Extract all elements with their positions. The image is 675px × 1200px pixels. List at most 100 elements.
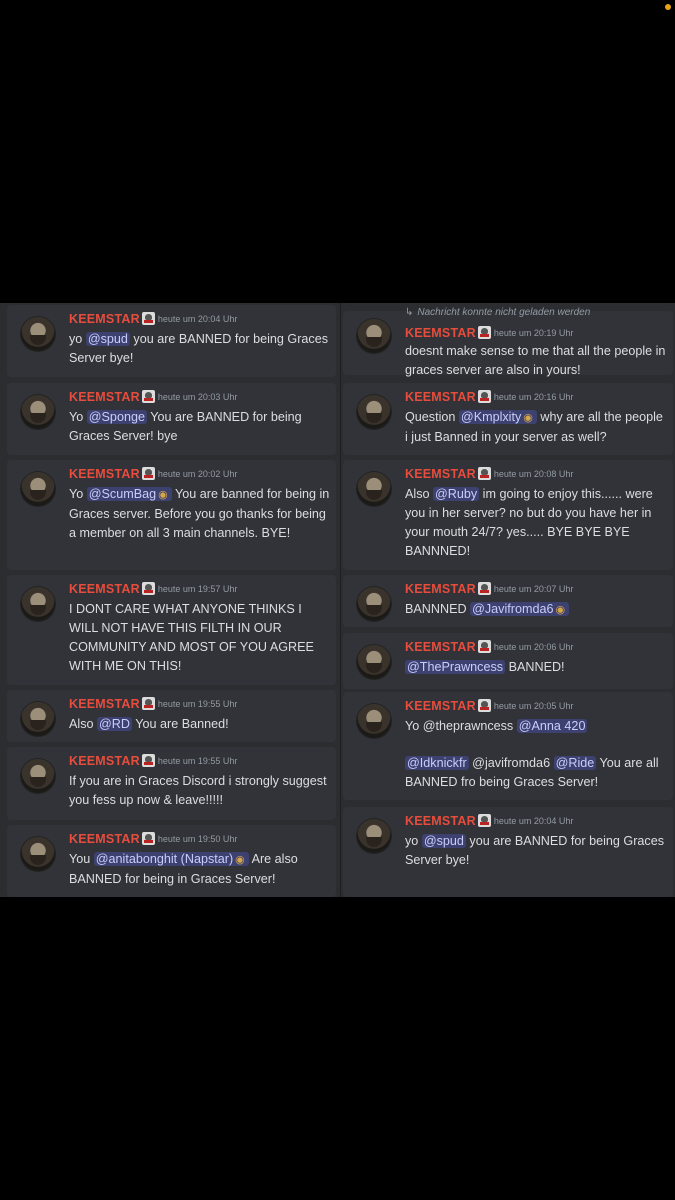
role-badge-icon <box>477 582 491 596</box>
message-header: KEEMSTAR heute um 20:06 Uhr <box>405 638 573 654</box>
avatar[interactable] <box>21 702 55 736</box>
author-name[interactable]: KEEMSTAR <box>69 390 140 404</box>
message-text: BANNED! <box>505 660 565 674</box>
avatar[interactable] <box>357 319 391 353</box>
status-indicator <box>665 4 671 10</box>
avatar[interactable] <box>21 759 55 793</box>
avatar[interactable] <box>357 587 391 621</box>
author-name[interactable]: KEEMSTAR <box>405 582 476 596</box>
message-text: Also <box>69 717 97 731</box>
message-text: Also <box>405 487 433 501</box>
chat-message[interactable]: ↳ Nachricht konnte nicht geladen werden KE… <box>343 307 673 377</box>
avatar[interactable] <box>357 704 391 738</box>
author-name[interactable]: KEEMSTAR <box>405 814 476 828</box>
role-badge-icon <box>477 467 491 481</box>
avatar[interactable] <box>21 837 55 871</box>
chat-message[interactable]: KEEMSTAR heute um 19:55 Uhr Also @RD You a… <box>7 690 336 742</box>
user-mention[interactable]: @RD <box>97 717 132 731</box>
chat-message[interactable]: KEEMSTAR heute um 20:16 Uhr Question @Kmpl… <box>343 383 673 455</box>
role-badge-icon <box>141 832 155 846</box>
avatar[interactable] <box>21 395 55 429</box>
avatar[interactable] <box>21 317 55 351</box>
avatar[interactable] <box>357 472 391 506</box>
timestamp: heute um 20:03 Uhr <box>157 391 238 402</box>
user-mention[interactable]: @spud <box>85 332 130 346</box>
user-mention[interactable]: @Idknickfr <box>405 756 469 770</box>
message-header: KEEMSTAR heute um 19:55 Uhr <box>69 752 237 768</box>
chat-message[interactable]: KEEMSTAR heute um 19:57 Uhr I DONT CARE WH… <box>7 575 336 685</box>
author-name[interactable]: KEEMSTAR <box>405 699 476 713</box>
avatar[interactable] <box>357 645 391 679</box>
message-header: KEEMSTAR heute um 20:04 Uhr <box>405 812 573 828</box>
reply-reference: ↳ Nachricht konnte nicht geladen werden <box>405 307 590 318</box>
user-mention[interactable]: @Anna 420 <box>516 719 588 733</box>
message-text: If you are in Graces Discord i strongly … <box>69 774 327 807</box>
message-text: Question <box>405 410 459 424</box>
chat-message[interactable]: KEEMSTAR heute um 20:04 Uhr yo @spud you a… <box>343 807 673 897</box>
author-name[interactable]: KEEMSTAR <box>69 312 140 326</box>
timestamp: heute um 19:57 Uhr <box>157 583 238 594</box>
chat-message[interactable]: KEEMSTAR heute um 20:03 Uhr Yo @Sponge You… <box>7 383 336 455</box>
timestamp: heute um 20:05 Uhr <box>493 700 574 711</box>
author-name[interactable]: KEEMSTAR <box>405 390 476 404</box>
chat-message[interactable]: KEEMSTAR heute um 19:50 Uhr You @anitabong… <box>7 825 336 897</box>
chat-message[interactable]: KEEMSTAR heute um 20:02 Uhr Yo @ScumBag ◉ Y… <box>7 460 336 570</box>
author-name[interactable]: KEEMSTAR <box>69 467 140 481</box>
timestamp: heute um 20:04 Uhr <box>493 815 574 826</box>
role-badge-icon <box>477 640 491 654</box>
timestamp: heute um 19:50 Uhr <box>157 833 238 844</box>
user-mention[interactable]: @anitabonghit (Napstar) ◉ <box>93 852 249 866</box>
author-name[interactable]: KEEMSTAR <box>69 832 140 846</box>
message-content: If you are in Graces Discord i strongly … <box>69 772 330 810</box>
role-badge-icon <box>141 582 155 596</box>
reply-arrow-icon: ↳ <box>405 307 414 318</box>
message-content: doesnt make sense to me that all the peo… <box>405 342 667 380</box>
author-name[interactable]: KEEMSTAR <box>69 697 140 711</box>
message-content: Yo @theprawncess @Anna 420 <box>405 717 667 736</box>
role-badge-icon <box>477 814 491 828</box>
role-badge-icon <box>477 326 491 340</box>
message-content: You @anitabonghit (Napstar) ◉ Are also BA… <box>69 850 330 889</box>
author-name[interactable]: KEEMSTAR <box>405 326 476 340</box>
role-badge-icon <box>141 312 155 326</box>
message-content: yo @spud you are BANNED for being Graces… <box>69 330 330 368</box>
author-name[interactable]: KEEMSTAR <box>405 467 476 481</box>
user-mention[interactable]: @ThePrawncess <box>405 660 506 674</box>
role-badge-icon <box>141 754 155 768</box>
message-header: KEEMSTAR heute um 20:07 Uhr <box>405 580 573 596</box>
timestamp: heute um 19:55 Uhr <box>157 755 238 766</box>
message-text: You are Banned! <box>131 717 229 731</box>
user-mention[interactable]: @Ruby <box>433 487 480 501</box>
reply-hint-text: Nachricht konnte nicht geladen werden <box>417 307 591 318</box>
chat-message[interactable]: KEEMSTAR heute um 20:04 Uhr yo @spud you a… <box>7 305 336 377</box>
message-header: KEEMSTAR heute um 20:19 Uhr <box>405 324 573 340</box>
message-header: KEEMSTAR heute um 19:57 Uhr <box>69 580 237 596</box>
author-name[interactable]: KEEMSTAR <box>69 754 140 768</box>
author-name[interactable]: KEEMSTAR <box>69 582 140 596</box>
chat-message[interactable]: KEEMSTAR heute um 20:07 Uhr BANNNED @Javif… <box>343 575 673 627</box>
message-header: KEEMSTAR heute um 20:08 Uhr <box>405 465 573 481</box>
user-mention[interactable]: @ScumBag ◉ <box>86 487 172 501</box>
user-mention[interactable]: @spud <box>421 834 466 848</box>
author-name[interactable]: KEEMSTAR <box>405 640 476 654</box>
message-header: KEEMSTAR heute um 19:50 Uhr <box>69 830 237 846</box>
avatar[interactable] <box>21 472 55 506</box>
chat-message[interactable]: KEEMSTAR heute um 19:55 Uhr If you are in … <box>7 747 336 820</box>
avatar[interactable] <box>357 395 391 429</box>
user-mention[interactable]: @Sponge <box>86 410 147 424</box>
chat-message[interactable]: KEEMSTAR heute um 20:08 Uhr Also @Ruby im … <box>343 460 673 570</box>
chat-message[interactable]: KEEMSTAR heute um 20:06 Uhr @ThePrawncess … <box>343 633 673 689</box>
chat-message[interactable]: KEEMSTAR heute um 20:05 Uhr Yo @theprawnce… <box>343 692 673 800</box>
medal-icon: ◉ <box>555 604 566 616</box>
avatar[interactable] <box>21 587 55 621</box>
message-text: doesnt make sense to me that all the peo… <box>405 344 666 377</box>
user-mention[interactable]: @Kmplxity ◉ <box>458 410 537 424</box>
message-text: BANNNED <box>405 602 471 616</box>
role-badge-icon <box>477 699 491 713</box>
avatar[interactable] <box>357 819 391 853</box>
message-content: Yo @Sponge You are BANNED for being Grac… <box>69 408 330 446</box>
role-badge-icon <box>477 390 491 404</box>
message-content: yo @spud you are BANNED for being Graces… <box>405 832 667 870</box>
user-mention[interactable]: @Ride <box>553 756 597 770</box>
user-mention[interactable]: @Javifromda6 ◉ <box>470 602 570 616</box>
